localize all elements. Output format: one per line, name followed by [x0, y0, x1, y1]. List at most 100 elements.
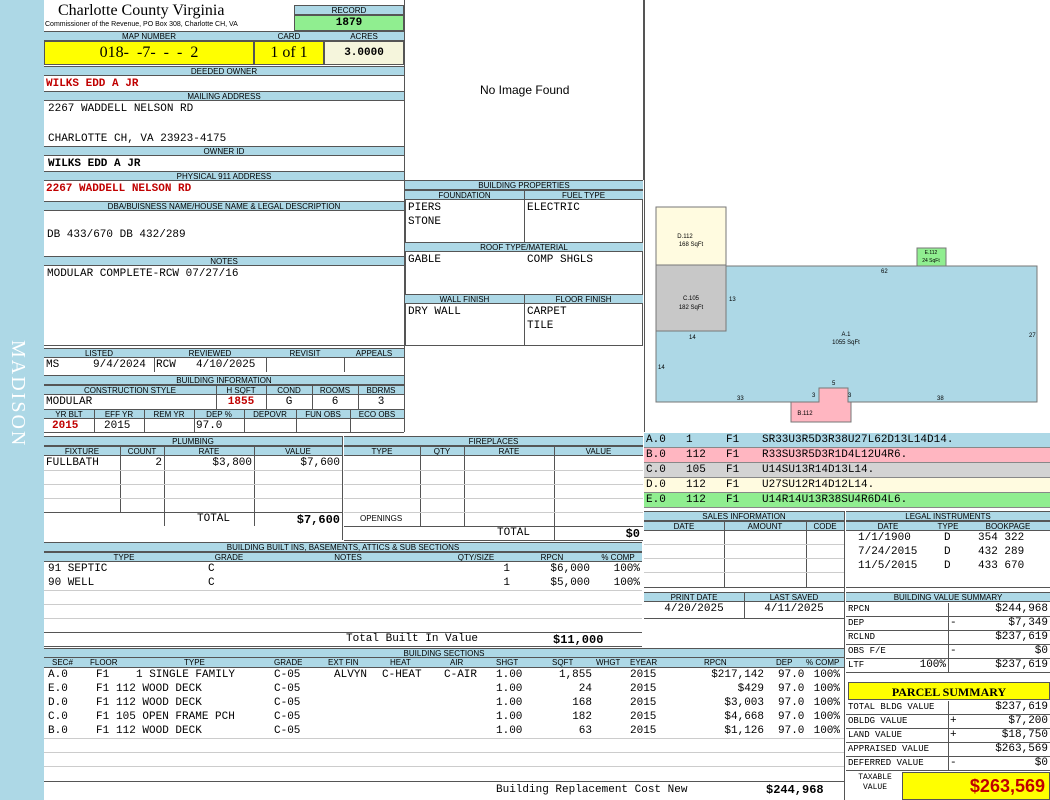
legal-type: D	[944, 560, 951, 572]
sales-title: SALES INFORMATION	[644, 511, 844, 521]
owner-id: WILKS EDD A JR	[48, 158, 141, 170]
sketch-label-e: E.112	[925, 250, 938, 256]
commissioner-address: Commissioner of the Revenue, PO Box 308,…	[45, 21, 238, 28]
sec-comp: 100%	[813, 711, 840, 723]
built-in-comp-label: % COMP	[594, 552, 642, 562]
taxable-value-label: TAXABLE VALUE	[858, 773, 892, 792]
sec-rpcn: $4,668	[724, 711, 764, 723]
mailing-line-2: CHARLOTTE CH, VA 23923-4175	[48, 133, 227, 145]
sketch-label-b: B.112	[797, 411, 813, 417]
sec-rpcn: $1,126	[724, 725, 764, 737]
sec-air: C-AIR	[444, 669, 478, 681]
sketch-code-row: B.0 112 F1 R33SU3R5D3R1D4L12U4R6.	[644, 448, 1050, 463]
sec-shgt: 1.00	[496, 711, 523, 723]
foundation-label: FOUNDATION	[405, 190, 524, 200]
code-floor: F1	[726, 479, 740, 491]
built-in-row: 91 SEPTIC C 1 $6,000 100%	[44, 563, 642, 577]
plumbing-fixture-label: FIXTURE	[44, 446, 120, 456]
sec-type: 105 OPEN FRAME PCH	[116, 711, 235, 723]
sec-sqft: 63	[578, 725, 592, 737]
wall-finish-1: DRY WALL	[408, 306, 461, 318]
sec-eyear: 2015	[630, 725, 657, 737]
parcel-value: $18,750	[1001, 729, 1048, 741]
built-in-rpcn: $6,000	[550, 563, 590, 575]
plumbing-total: $7,600	[296, 513, 340, 527]
col-comp: % COMP	[806, 658, 840, 667]
sec-comp: 100%	[813, 697, 840, 709]
sec-grade: C-05	[274, 697, 301, 709]
section-row: E.0 F1 112 WOOD DECK C-05 1.00 24 2015 $…	[44, 683, 844, 697]
code-num: 105	[686, 464, 706, 476]
wall-finish-label: WALL FINISH	[405, 294, 524, 304]
section-row: C.0 F1 105 OPEN FRAME PCH C-05 1.00 182 …	[44, 711, 844, 725]
sec-grade: C-05	[274, 725, 301, 737]
legal-book: 433 670	[978, 560, 1025, 572]
col-floor: FLOOR	[90, 658, 118, 667]
summary-value: $244,968	[995, 603, 1048, 615]
sec-type: 112 WOOD DECK	[116, 697, 202, 709]
sketch-label-c: C.105	[683, 296, 700, 302]
rem-yr-label: REM YR	[144, 409, 194, 419]
code-num: 1	[686, 434, 693, 446]
sketch-code-row: D.0 112 F1 U27SU12R14D12L14.	[644, 478, 1050, 493]
col-ext: EXT FIN	[328, 658, 359, 667]
code-num: 112	[686, 449, 706, 461]
sec-heat: C-HEAT	[382, 669, 422, 681]
yr-blt-value: 2015	[52, 420, 79, 432]
listed-date: 9/4/2024	[93, 359, 146, 371]
built-in-qty-label: QTY/SIZE	[442, 552, 510, 562]
legal-date: 1/1/1900	[858, 532, 911, 544]
sketch-sqft-d: 168 SqFt	[679, 242, 704, 248]
sketch-area: D.112 168 SqFt E.112 24 SqFt C.105 182 S…	[644, 0, 1050, 432]
appeals-label: APPEALS	[344, 348, 404, 358]
cond-value: G	[285, 396, 293, 408]
fireplace-qty-label: QTY	[420, 446, 464, 456]
sec-id: A.0	[48, 669, 68, 681]
legal-book: 432 289	[978, 546, 1025, 558]
record-label: RECORD	[294, 5, 404, 15]
code-floor: F1	[726, 434, 740, 446]
sec-comp: 100%	[813, 669, 840, 681]
acres-label: ACRES	[324, 31, 404, 41]
sec-floor: F1	[96, 697, 110, 709]
sec-sqft: 1,855	[558, 669, 592, 681]
legal-row: 1/1/1900 D 354 322	[846, 532, 1050, 546]
built-in-grade: C	[208, 563, 215, 575]
hsqft-value: 1855	[227, 396, 255, 408]
mailing-line-1: 2267 WADDELL NELSON RD	[48, 103, 194, 115]
col-sqft: SQFT	[552, 658, 574, 667]
col-dep: DEP	[776, 658, 793, 667]
sec-dep: 97.0	[778, 697, 805, 709]
construction-style: MODULAR	[46, 396, 93, 408]
summary-label: RCLND	[848, 632, 876, 642]
sec-dep: 97.0	[778, 683, 805, 695]
built-in-row: 90 WELL C 1 $5,000 100%	[44, 577, 642, 591]
card-label: CARD	[254, 31, 324, 41]
bdrms-value: 3	[377, 396, 385, 408]
dep-pct-label: DEP %	[194, 409, 244, 419]
eff-yr-value: 2015	[104, 420, 131, 432]
parcel-label: OBLDG VALUE	[848, 716, 908, 726]
plumbing-total-label: TOTAL	[197, 513, 231, 525]
floor-finish-1: CARPET	[527, 306, 567, 318]
sec-shgt: 1.00	[496, 697, 523, 709]
summary-label: DEP	[848, 618, 865, 628]
built-ins-title: BUILDING BUILT INS, BASEMENTS, ATTICS & …	[44, 542, 642, 552]
sec-rpcn: $429	[737, 683, 764, 695]
building-properties-title: BUILDING PROPERTIES	[405, 180, 643, 190]
section-row: D.0 F1 112 WOOD DECK C-05 1.00 168 2015 …	[44, 697, 844, 711]
sec-sqft: 24	[578, 683, 592, 695]
rooms-label: ROOMS	[312, 385, 358, 395]
sec-ext: ALVYN	[334, 669, 368, 681]
plumbing-count: 2	[155, 457, 162, 469]
card-number: 1 of 1	[254, 41, 324, 65]
sketch-label-d: D.112	[677, 234, 693, 240]
reviewed-date: 4/10/2025	[196, 359, 256, 371]
col-shgt: SHGT	[496, 658, 519, 667]
print-date-label: PRINT DATE	[644, 592, 744, 602]
col-rpcn: RPCN	[704, 658, 727, 667]
summary-pct: 100%	[919, 659, 946, 671]
col-eyear: EYEAR	[630, 658, 658, 667]
notes-label: NOTES	[44, 256, 404, 266]
fireplace-total: $0	[625, 527, 640, 541]
